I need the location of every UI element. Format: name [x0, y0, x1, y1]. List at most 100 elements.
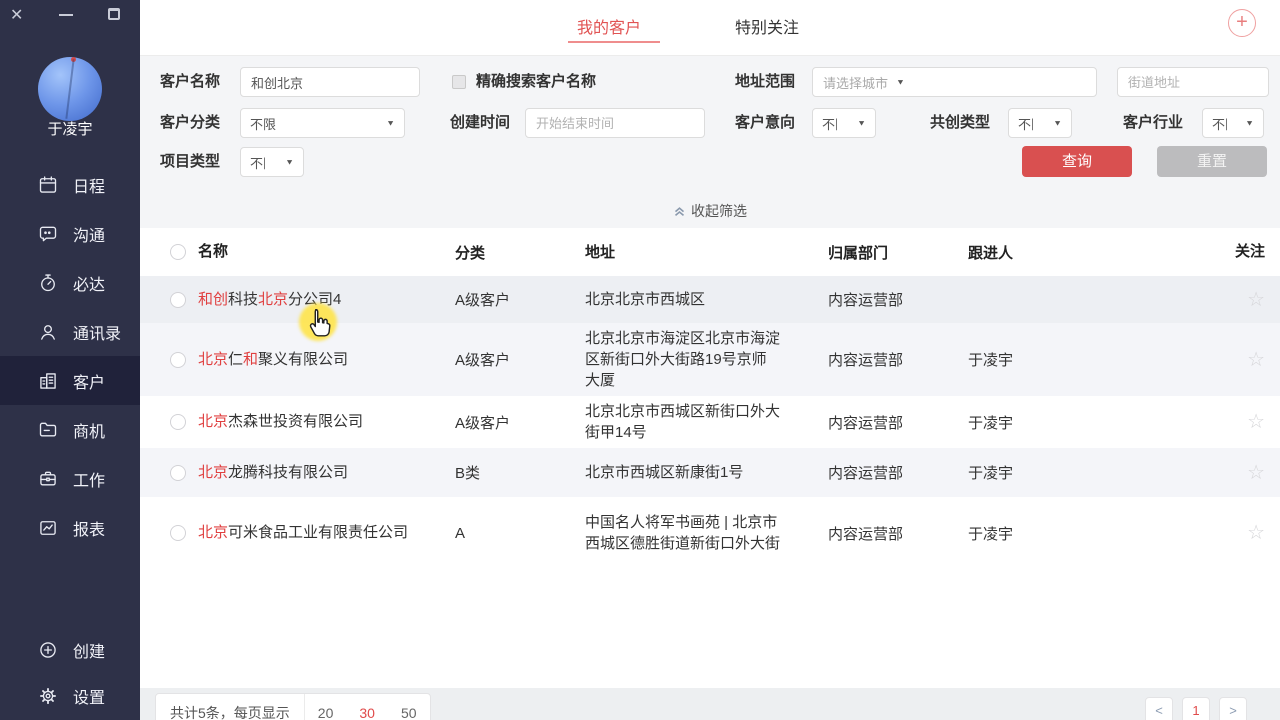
- customer-name-link[interactable]: 北京龙腾科技有限公司: [198, 462, 455, 484]
- customer-category-select[interactable]: 不限 ▼: [240, 108, 405, 138]
- sidebar-item-reports[interactable]: 报表: [0, 503, 140, 552]
- settings-label: 设置: [73, 684, 105, 708]
- table-row[interactable]: 北京可米食品工业有限责任公司 A 中国名人将军书画苑 | 北京市西城区德胜街道新…: [140, 497, 1280, 569]
- stopwatch-icon: [38, 273, 58, 293]
- row-radio[interactable]: [170, 414, 186, 430]
- customer-name-link[interactable]: 北京仁和聚义有限公司: [198, 349, 455, 371]
- create-button[interactable]: 创建: [0, 627, 140, 673]
- prev-page-button[interactable]: <: [1145, 697, 1173, 720]
- customer-category-value: 不限: [250, 114, 276, 133]
- star-icon[interactable]: ☆: [1210, 412, 1280, 432]
- customer-follower: 于凌宇: [968, 523, 1210, 544]
- customer-name-input[interactable]: [240, 67, 420, 97]
- next-page-button[interactable]: >: [1219, 697, 1247, 720]
- customer-address: 北京市西城区新康街1号: [585, 462, 828, 483]
- customer-address: 中国名人将军书画苑 | 北京市西城区德胜街道新街口外大街: [585, 512, 828, 554]
- pagination: < 1 >: [1145, 697, 1247, 720]
- calendar-icon: [38, 175, 58, 195]
- sidebar-item-work[interactable]: 工作: [0, 454, 140, 503]
- row-radio[interactable]: [170, 292, 186, 308]
- collapse-filter-label: 收起筛选: [691, 203, 747, 219]
- customer-industry-select[interactable]: 不限 ▼: [1202, 108, 1264, 138]
- sidebar-item-label: 沟通: [73, 222, 105, 246]
- exact-search-label: 精确搜索客户名称: [476, 67, 596, 97]
- sidebar-item-customers[interactable]: 客户: [0, 356, 140, 405]
- customer-table: 名称 分类 地址 归属部门 跟进人 关注 和创科技北京分公司4 A级客户 北京北…: [140, 228, 1280, 569]
- star-icon[interactable]: ☆: [1210, 290, 1280, 310]
- city-select[interactable]: 请选择城市 ▼: [812, 67, 1097, 97]
- chevron-down-icon: ▼: [896, 78, 905, 87]
- chevron-down-icon: ▼: [1053, 119, 1062, 128]
- select-all-radio[interactable]: [170, 244, 186, 260]
- customer-category: A级客户: [455, 412, 585, 433]
- header-address: 地址: [585, 242, 828, 263]
- plus-circle-icon: [38, 640, 58, 660]
- table-row[interactable]: 北京龙腾科技有限公司 B类 北京市西城区新康街1号 内容运营部 于凌宇 ☆: [140, 448, 1280, 497]
- header-name: 名称: [198, 241, 455, 263]
- sidebar-item-opportunities[interactable]: 商机: [0, 405, 140, 454]
- cocreate-type-select[interactable]: 不限 ▼: [1008, 108, 1072, 138]
- close-icon[interactable]: ✕: [10, 5, 23, 27]
- sidebar-item-schedule[interactable]: 日程: [0, 160, 140, 209]
- building-icon: [38, 371, 58, 391]
- star-icon[interactable]: ☆: [1210, 350, 1280, 370]
- customer-category: B类: [455, 462, 585, 483]
- chat-icon: [38, 224, 58, 244]
- tab-special-focus[interactable]: 特别关注: [735, 14, 799, 38]
- minimize-icon[interactable]: [59, 5, 73, 27]
- table-row[interactable]: 北京杰森世投资有限公司 A级客户 北京北京市西城区新街口外大街甲14号 内容运营…: [140, 396, 1280, 448]
- main-content: 我的客户 特别关注 + 客户名称 精确搜索客户名称 地址范围 请选择城市 ▼ 客…: [140, 0, 1280, 720]
- maximize-icon[interactable]: [108, 5, 120, 27]
- filter-panel: 客户名称 精确搜索客户名称 地址范围 请选择城市 ▼ 客户分类 不限 ▼ 创建时…: [140, 55, 1280, 228]
- create-time-input[interactable]: [525, 108, 705, 138]
- search-button[interactable]: 查询: [1022, 146, 1132, 177]
- exact-search-checkbox[interactable]: [452, 75, 466, 89]
- sidebar-item-contacts[interactable]: 通讯录: [0, 307, 140, 356]
- customer-follower: 于凌宇: [968, 349, 1210, 370]
- reset-button[interactable]: 重置: [1157, 146, 1267, 177]
- header-follower: 跟进人: [968, 242, 1210, 263]
- customer-name-link[interactable]: 和创科技北京分公司4: [198, 289, 455, 311]
- customer-industry-label: 客户行业: [1123, 108, 1183, 138]
- page-size-50[interactable]: 50: [388, 705, 430, 720]
- record-count-summary: 共计5条，每页显示: [156, 703, 304, 720]
- customer-category-label: 客户分类: [160, 108, 220, 138]
- collapse-filter-link[interactable]: 收起筛选: [140, 201, 1280, 221]
- customer-address: 北京北京市西城区新街口外大街甲14号: [585, 401, 828, 443]
- customer-department: 内容运营部: [828, 349, 968, 370]
- table-row[interactable]: 北京仁和聚义有限公司 A级客户 北京北京市海淀区北京市海淀区新街口外大街路19号…: [140, 323, 1280, 396]
- star-icon[interactable]: ☆: [1210, 523, 1280, 543]
- customer-follower: 于凌宇: [968, 412, 1210, 433]
- project-type-label: 项目类型: [160, 147, 220, 177]
- table-row[interactable]: 和创科技北京分公司4 A级客户 北京北京市西城区 内容运营部 ☆: [140, 276, 1280, 323]
- avatar: [38, 57, 102, 121]
- project-type-select[interactable]: 不限 ▼: [240, 147, 304, 177]
- sidebar-item-label: 日程: [73, 173, 105, 197]
- settings-button[interactable]: 设置: [0, 673, 140, 719]
- row-radio[interactable]: [170, 465, 186, 481]
- sidebar-nav: 日程 沟通 必达 通讯录 客户 商机: [0, 160, 140, 552]
- customer-intent-select[interactable]: 不限 ▼: [812, 108, 876, 138]
- page-size-20[interactable]: 20: [305, 705, 347, 720]
- street-address-input[interactable]: [1117, 67, 1269, 97]
- header-department: 归属部门: [828, 242, 968, 263]
- star-icon[interactable]: ☆: [1210, 463, 1280, 483]
- row-radio[interactable]: [170, 352, 186, 368]
- customer-name-link[interactable]: 北京杰森世投资有限公司: [198, 411, 455, 433]
- sidebar-item-communication[interactable]: 沟通: [0, 209, 140, 258]
- contacts-icon: [38, 322, 58, 342]
- create-time-label: 创建时间: [450, 108, 510, 138]
- add-customer-button[interactable]: +: [1228, 9, 1256, 37]
- customer-industry-value: 不限: [1212, 114, 1227, 133]
- row-radio[interactable]: [170, 525, 186, 541]
- current-page-button[interactable]: 1: [1182, 697, 1210, 720]
- tab-bar: 我的客户 特别关注 +: [140, 0, 1280, 55]
- customer-name-link[interactable]: 北京可米食品工业有限责任公司: [198, 522, 455, 544]
- customer-department: 内容运营部: [828, 412, 968, 433]
- page-size-30[interactable]: 30: [346, 705, 388, 720]
- tab-my-customers[interactable]: 我的客户: [577, 14, 641, 38]
- window-controls: ✕: [10, 5, 120, 27]
- sidebar-item-bida[interactable]: 必达: [0, 258, 140, 307]
- customer-address: 北京北京市西城区: [585, 289, 828, 310]
- briefcase-icon: [38, 469, 58, 489]
